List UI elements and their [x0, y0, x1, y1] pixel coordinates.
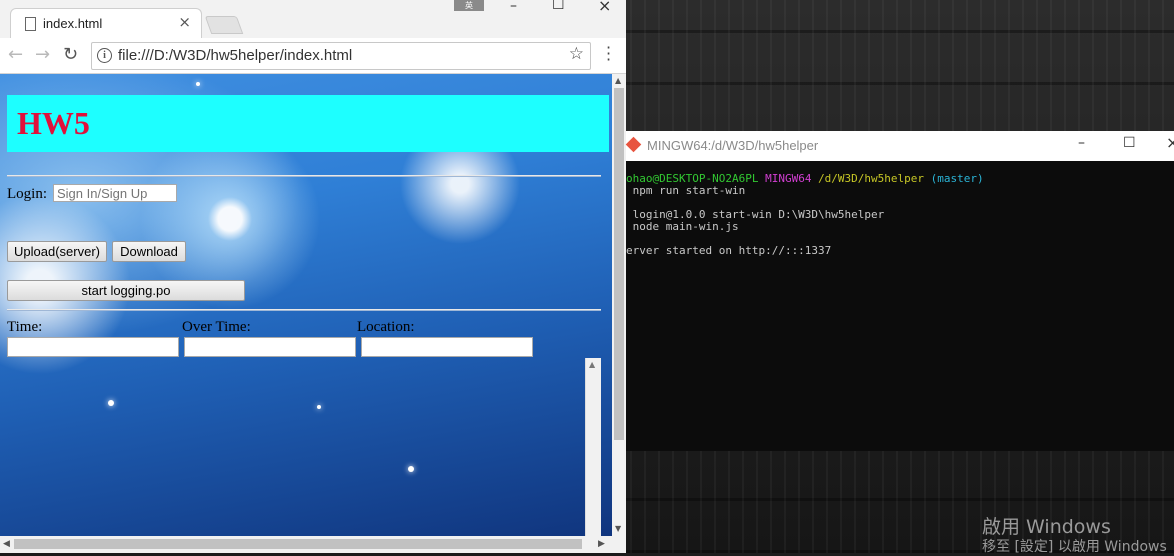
bookmark-star-icon[interactable]: ☆ — [569, 44, 584, 64]
sparkle — [196, 82, 200, 86]
terminal-titlebar: MINGW64:/d/W3D/hw5helper – ☐ × — [625, 131, 1174, 161]
info-icon[interactable]: i — [97, 48, 112, 63]
terminal-line: npm run start-win — [626, 184, 746, 197]
scroll-left-icon[interactable]: ◀ — [3, 539, 10, 549]
terminal-output[interactable]: ohao@DESKTOP-NO2A6PL MINGW64 /d/W3D/hw5h… — [626, 171, 1174, 451]
activation-watermark-subtitle: 移至 [設定] 以啟用 Windows — [982, 539, 1167, 555]
page-title: HW5 — [17, 105, 90, 141]
terminal-maximize-icon[interactable]: ☐ — [1123, 135, 1136, 151]
sparkle — [317, 405, 321, 409]
sparkle — [108, 400, 114, 406]
terminal-minimize-icon[interactable]: – — [1078, 135, 1085, 151]
horizontal-scroll-thumb[interactable] — [14, 539, 582, 549]
close-tab-icon[interactable]: × — [178, 13, 191, 31]
minimize-icon[interactable]: – — [510, 0, 517, 14]
horizontal-scrollbar[interactable]: ◀ ▶ — [0, 536, 626, 553]
upload-button[interactable]: Upload(server) — [7, 241, 107, 262]
scroll-up-icon[interactable]: ▲ — [589, 360, 595, 369]
address-bar[interactable]: i ☆ — [91, 42, 591, 70]
prompt-path: /d/W3D/hw5helper — [818, 172, 925, 185]
menu-icon[interactable]: · · · — [606, 40, 611, 68]
login-input[interactable] — [53, 184, 177, 202]
browser-titlebar: index.html × 英 – ☐ × — [0, 0, 626, 39]
reload-icon[interactable]: ↻ — [63, 44, 78, 65]
browser-toolbar: ← → ↻ i ☆ ··· — [0, 38, 626, 74]
sparkle — [408, 466, 414, 472]
divider — [7, 175, 601, 177]
time-input[interactable] — [7, 337, 179, 357]
scroll-down-icon[interactable]: ▼ — [615, 524, 621, 533]
login-label: Login: — [7, 186, 47, 202]
vertical-scroll-thumb[interactable] — [614, 88, 624, 440]
file-icon — [25, 17, 36, 31]
scroll-up-icon[interactable]: ▲ — [615, 76, 621, 85]
location-label: Location: — [357, 319, 415, 335]
prompt-env: MINGW64 — [765, 172, 812, 185]
over-time-input[interactable] — [184, 337, 356, 357]
page-viewport: HW5 Login: Upload(server) Download start… — [0, 74, 612, 536]
content-scrollbar[interactable]: ▲ — [585, 358, 601, 536]
maximize-icon[interactable]: ☐ — [552, 0, 565, 13]
over-time-label: Over Time: — [182, 319, 251, 335]
browser-tab[interactable]: index.html × — [10, 8, 202, 39]
git-logo-icon — [625, 136, 642, 153]
url-input[interactable] — [118, 47, 538, 64]
terminal-line: node main-win.js — [626, 220, 739, 233]
vertical-scrollbar[interactable]: ▲ ▼ — [612, 74, 626, 536]
header-banner: HW5 — [7, 95, 609, 152]
tab-title: index.html — [43, 16, 103, 31]
start-logging-button[interactable]: start logging.po — [7, 280, 245, 301]
divider — [7, 309, 601, 311]
download-button[interactable]: Download — [112, 241, 186, 262]
new-tab-button[interactable] — [204, 16, 244, 34]
close-window-icon[interactable]: × — [598, 0, 611, 15]
back-icon[interactable]: ← — [8, 44, 23, 65]
scroll-right-icon[interactable]: ▶ — [598, 539, 605, 549]
terminal-window: MINGW64:/d/W3D/hw5helper – ☐ × ohao@DESK… — [625, 131, 1174, 451]
browser-window: index.html × 英 – ☐ × ← → ↻ i ☆ ··· HW5 L… — [0, 0, 626, 553]
terminal-title: MINGW64:/d/W3D/hw5helper — [647, 138, 819, 153]
time-label: Time: — [7, 319, 43, 335]
activation-watermark-title: 啟用 Windows — [982, 516, 1111, 538]
ime-indicator: 英 — [454, 0, 484, 11]
forward-icon[interactable]: → — [35, 44, 50, 65]
prompt-branch: (master) — [930, 172, 984, 185]
location-input[interactable] — [361, 337, 533, 357]
terminal-close-icon[interactable]: × — [1166, 133, 1174, 152]
terminal-line: erver started on http://:::1337 — [626, 244, 832, 257]
